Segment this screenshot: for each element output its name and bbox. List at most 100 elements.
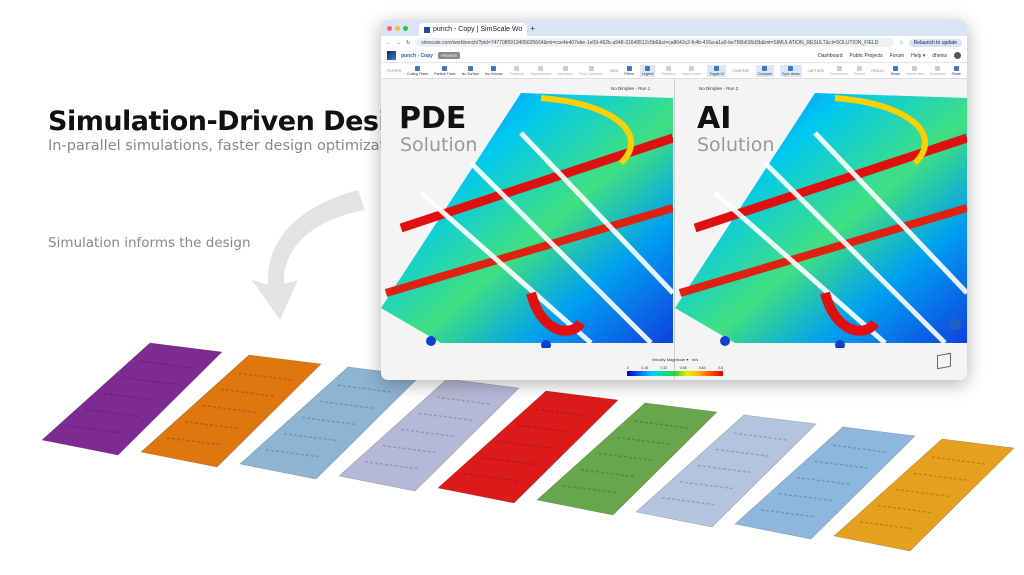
group-label-compare: COMPARE xyxy=(732,68,750,73)
pde-title: PDE xyxy=(399,101,467,136)
tool-statistics[interactable]: Statistics xyxy=(661,65,676,76)
relaunch-button[interactable]: Relaunch to update xyxy=(908,38,962,47)
tool-label: Legend xyxy=(641,71,654,76)
tool-compare[interactable]: Compare xyxy=(755,64,774,77)
tool-icon xyxy=(588,65,594,71)
tool-label: Download xyxy=(929,71,946,76)
legend-unit[interactable]: m/s xyxy=(692,357,698,362)
tool-icon xyxy=(562,65,568,71)
group-label-result: RESULT xyxy=(871,68,885,73)
bookmark-star-icon[interactable]: ☆ xyxy=(899,40,903,46)
legend-tick: 0.48 xyxy=(679,366,687,370)
pde-subtitle: Solution xyxy=(400,134,478,156)
ai-title: AI xyxy=(697,101,732,136)
toolbar: FILTERS Cutting Plane Particle Trace Iso Su… xyxy=(381,63,967,79)
legend-tick: 0.8 xyxy=(718,366,723,370)
tool-icon xyxy=(626,65,632,71)
tool-label: Screenshot xyxy=(830,71,848,76)
forward-icon[interactable]: → xyxy=(396,40,401,46)
run-selector-right[interactable]: No Dimples - Run 2 xyxy=(699,86,738,91)
favicon-icon xyxy=(424,26,430,33)
legend-tick: 0.32 xyxy=(660,366,668,370)
tool-label: Record xyxy=(853,71,866,76)
tool-record[interactable]: Record xyxy=(853,65,866,76)
tool-sync-views[interactable]: Sync views xyxy=(780,64,802,77)
top-nav: Dashboard Public Projects Forum Help ▾ d… xyxy=(818,52,961,59)
nav-help[interactable]: Help ▾ xyxy=(911,53,925,59)
tool-particle-trace[interactable]: Particle Trace xyxy=(434,65,456,76)
tool-label: Iso Surface xyxy=(461,71,480,76)
back-icon[interactable]: ← xyxy=(386,40,391,46)
tool-icon xyxy=(935,65,941,71)
tool-label: Displacement xyxy=(530,71,552,76)
nav-dashboard[interactable]: Dashboard xyxy=(818,53,842,59)
tool-download[interactable]: Download xyxy=(929,65,946,76)
reload-icon[interactable]: ↻ xyxy=(406,40,410,46)
tool-icon xyxy=(665,65,671,71)
address-bar: ← → ↻ simscale.com/workbench/?pid=74770859… xyxy=(381,36,967,49)
run-selector-left[interactable]: No Dimples - Run 1 xyxy=(611,86,650,91)
tool-cutting-plane[interactable]: Cutting Plane xyxy=(407,65,429,76)
tool-legend[interactable]: Legend xyxy=(639,64,656,77)
tool-icon xyxy=(645,65,651,71)
left-view[interactable]: No Dimples - Run 1 PDE Solution xyxy=(381,79,673,380)
tool-filters[interactable]: Filters xyxy=(624,65,634,76)
tool-displacement[interactable]: Displacement xyxy=(530,65,552,76)
avatar[interactable] xyxy=(954,52,961,59)
tool-threshold[interactable]: Threshold xyxy=(508,65,525,76)
tool-label: Cutting Plane xyxy=(407,71,429,76)
new-tab-button[interactable]: + xyxy=(530,24,535,33)
tool-icon xyxy=(953,65,959,71)
chat-button[interactable] xyxy=(949,318,961,330)
orientation-cube[interactable] xyxy=(937,352,951,370)
tool-toggle-ui[interactable]: Toggle UI xyxy=(707,64,727,77)
tool-icon xyxy=(415,65,421,71)
tool-icon xyxy=(892,65,898,71)
ai-subtitle: Solution xyxy=(697,134,775,156)
legend-field[interactable]: Velocity Magnitude xyxy=(652,357,686,362)
project-name[interactable]: punch - Copy xyxy=(401,53,433,59)
tool-import-view[interactable]: Import view xyxy=(905,65,924,76)
tool-icon xyxy=(836,65,842,71)
nav-user[interactable]: dheins xyxy=(932,53,947,59)
nav-forum[interactable]: Forum xyxy=(890,53,904,59)
tool-icon xyxy=(688,65,694,71)
color-bar xyxy=(627,371,723,376)
nav-public-projects[interactable]: Public Projects xyxy=(850,53,883,59)
tool-icon xyxy=(762,65,768,71)
tool-iso-surface[interactable]: Iso Surface xyxy=(461,65,480,76)
tool-label: Iso Volume xyxy=(485,71,503,76)
private-badge: PRIVATE xyxy=(437,52,461,59)
viewer[interactable]: No Dimples - Run 1 PDE Solution No Dimpl… xyxy=(381,79,967,380)
right-view[interactable]: No Dimples - Run 2 AI Solution xyxy=(675,79,967,380)
tool-icon xyxy=(513,65,519,71)
tool-share[interactable]: Share xyxy=(951,65,961,76)
tool-label: Share xyxy=(951,71,961,76)
tool-label: Inspect point xyxy=(681,71,702,76)
minimize-window-button[interactable] xyxy=(395,25,400,31)
tool-icon xyxy=(714,65,720,71)
tool-label: Filters xyxy=(624,71,634,76)
tool-icon xyxy=(491,65,497,71)
url-field[interactable]: simscale.com/workbench/?pid=747708591340… xyxy=(415,38,895,47)
tool-label: Animation xyxy=(557,71,573,76)
tool-label: Field Calculator xyxy=(578,71,604,76)
tool-label: Reset xyxy=(890,71,900,76)
tool-animation[interactable]: Animation xyxy=(557,65,573,76)
tool-inspect-point[interactable]: Inspect point xyxy=(681,65,702,76)
tool-icon xyxy=(857,65,863,71)
tool-iso-volume[interactable]: Iso Volume xyxy=(485,65,503,76)
tool-icon xyxy=(467,65,473,71)
tool-field-calculator[interactable]: Field Calculator xyxy=(578,65,604,76)
tool-label: Compare xyxy=(757,71,772,76)
tab-bar: punch - Copy | SimScale Wo + xyxy=(381,20,967,36)
tool-label: Threshold xyxy=(508,71,525,76)
tool-reset[interactable]: Reset xyxy=(890,65,900,76)
maximize-window-button[interactable] xyxy=(403,25,408,31)
browser-window: punch - Copy | SimScale Wo + ← → ↻ simscal… xyxy=(381,20,967,380)
tool-screenshot[interactable]: Screenshot xyxy=(830,65,848,76)
tool-label: Import view xyxy=(905,71,924,76)
close-window-button[interactable] xyxy=(387,25,392,31)
browser-tab[interactable]: punch - Copy | SimScale Wo xyxy=(419,23,528,36)
tab-title: punch - Copy | SimScale Wo xyxy=(433,26,523,33)
